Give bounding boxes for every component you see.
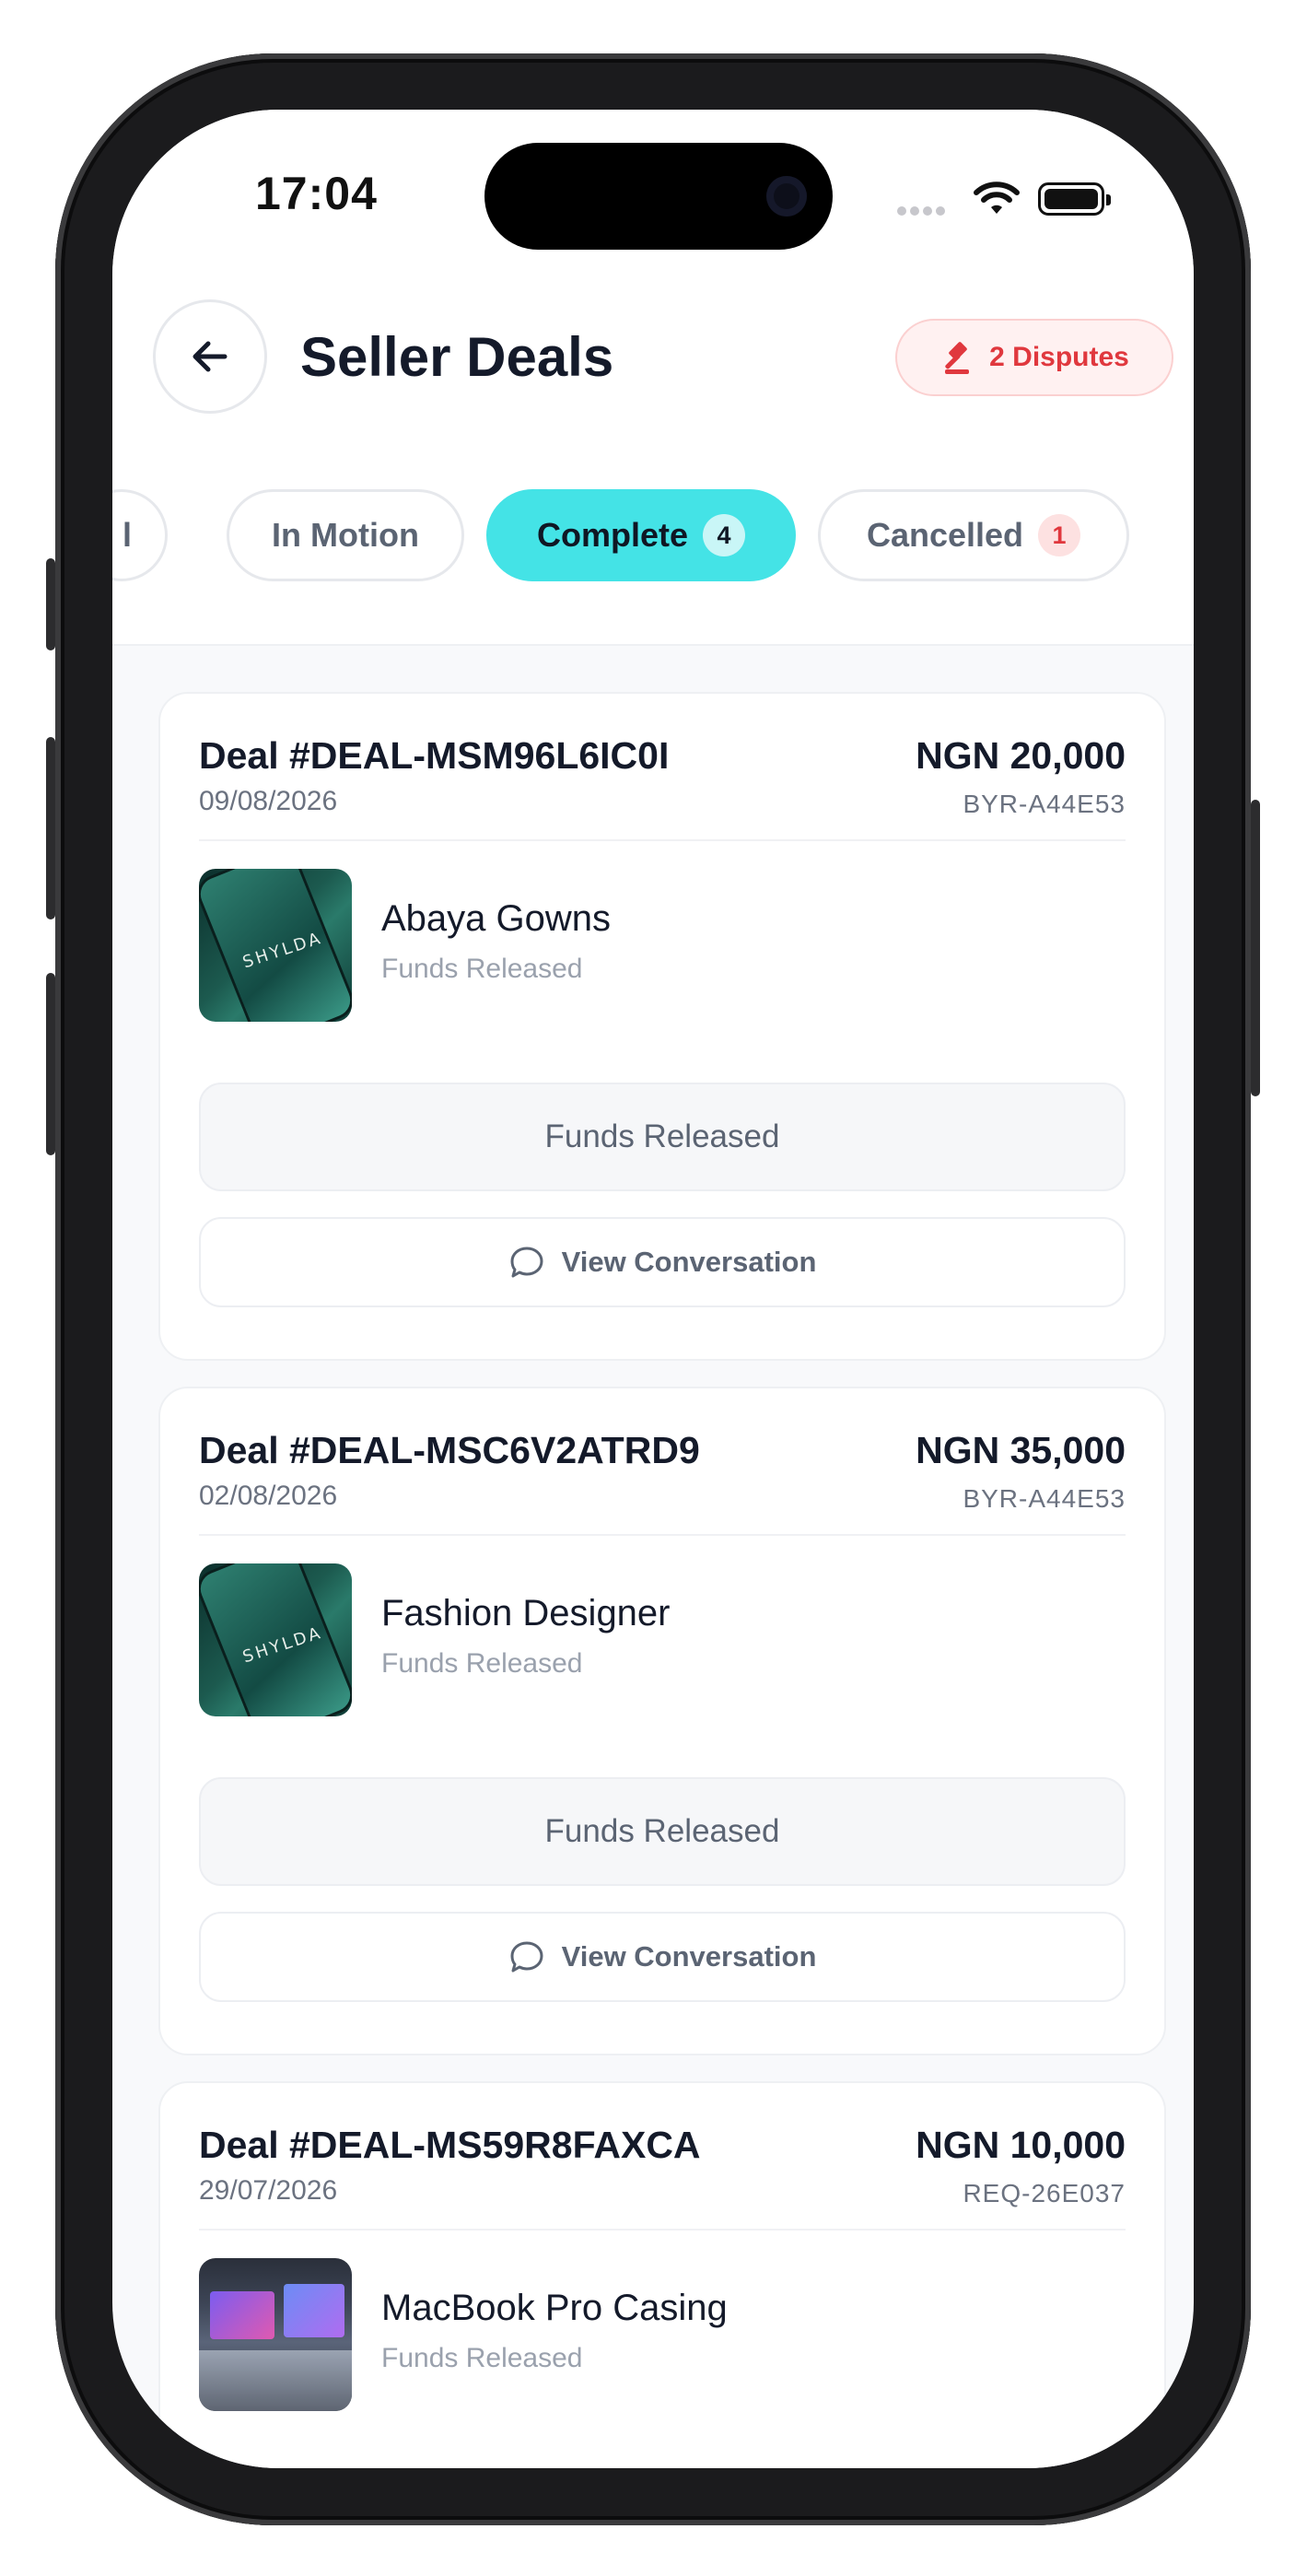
back-button[interactable]	[153, 299, 267, 414]
deal-card[interactable]: Deal #DEAL-MSM96L6IC0I 09/08/2026 NGN 20…	[158, 692, 1166, 1361]
cellular-signal-icon	[897, 204, 949, 220]
chat-bubble-icon	[510, 1247, 543, 1278]
tab-label: Cancelled	[866, 516, 1024, 554]
deal-id: Deal #DEAL-MS59R8FAXCA	[199, 2124, 701, 2166]
tab-count-badge: 4	[703, 514, 746, 556]
product-name: Abaya Gowns	[381, 898, 612, 939]
product-name: MacBook Pro Casing	[381, 2288, 728, 2328]
side-button-volume-down	[46, 973, 55, 1155]
product-status: Funds Released	[381, 954, 583, 984]
gavel-icon	[945, 342, 970, 374]
divider	[199, 1534, 1126, 1536]
status-time: 17:04	[255, 168, 378, 219]
deal-reference: BYR-A44E53	[963, 1484, 1126, 1513]
tab-complete[interactable]: Complete 4	[486, 489, 796, 581]
view-conversation-label: View Conversation	[561, 1940, 817, 1973]
deal-reference: BYR-A44E53	[963, 790, 1126, 818]
deal-amount: NGN 20,000	[916, 734, 1126, 777]
tab-label: Complete	[536, 516, 689, 554]
side-button-action	[46, 558, 55, 650]
disputes-label: 2 Disputes	[989, 342, 1129, 372]
tab-partial[interactable]: l	[112, 489, 168, 581]
page-title: Seller Deals	[300, 326, 614, 388]
tab-label: In Motion	[272, 516, 419, 554]
disputes-button[interactable]: 2 Disputes	[895, 319, 1173, 396]
product-name: Fashion Designer	[381, 1593, 671, 1633]
view-conversation-button[interactable]: View Conversation	[199, 1912, 1126, 2002]
deal-date: 02/08/2026	[199, 1481, 338, 1511]
deal-reference: REQ-26E037	[963, 2179, 1126, 2207]
tab-label: l	[122, 516, 132, 554]
product-thumbnail	[199, 2258, 352, 2411]
tab-cancelled[interactable]: Cancelled 1	[818, 489, 1129, 581]
product-thumbnail: SHYLDA	[199, 869, 352, 1022]
deal-id: Deal #DEAL-MSM96L6IC0I	[199, 734, 670, 777]
wifi-icon	[974, 181, 1020, 214]
chat-bubble-icon	[510, 1941, 543, 1973]
deal-card[interactable]: Deal #DEAL-MS59R8FAXCA 29/07/2026 NGN 10…	[158, 2081, 1166, 2468]
view-conversation-label: View Conversation	[561, 1246, 817, 1278]
product-status: Funds Released	[381, 2343, 583, 2373]
status-tabs: l In Motion Complete 4 Cancelled 1	[112, 489, 1194, 585]
view-conversation-button[interactable]: View Conversation	[199, 1217, 1126, 1307]
deal-amount: NGN 35,000	[916, 1429, 1126, 1471]
divider	[199, 2229, 1126, 2231]
dynamic-island	[484, 143, 833, 250]
back-arrow-icon	[193, 341, 228, 372]
battery-icon	[1038, 182, 1111, 216]
deal-status-indicator: Funds Released	[199, 1777, 1126, 1886]
tab-count-badge: 1	[1038, 514, 1081, 556]
tab-in-motion[interactable]: In Motion	[227, 489, 464, 581]
app-screen: 17:04 Seller Deals 2 Disputes l In Motio…	[112, 110, 1194, 2468]
deal-status-indicator: Funds Released	[199, 1083, 1126, 1191]
side-button-power	[1251, 800, 1260, 1096]
deal-date: 29/07/2026	[199, 2175, 338, 2206]
divider	[199, 839, 1126, 841]
deal-card[interactable]: Deal #DEAL-MSC6V2ATRD9 02/08/2026 NGN 35…	[158, 1387, 1166, 2055]
deal-id: Deal #DEAL-MSC6V2ATRD9	[199, 1429, 700, 1471]
deal-amount: NGN 10,000	[916, 2124, 1126, 2166]
deal-date: 09/08/2026	[199, 786, 338, 816]
product-thumbnail: SHYLDA	[199, 1563, 352, 1716]
camera-icon	[766, 176, 807, 217]
product-status: Funds Released	[381, 1648, 583, 1679]
side-button-volume-up	[46, 737, 55, 919]
